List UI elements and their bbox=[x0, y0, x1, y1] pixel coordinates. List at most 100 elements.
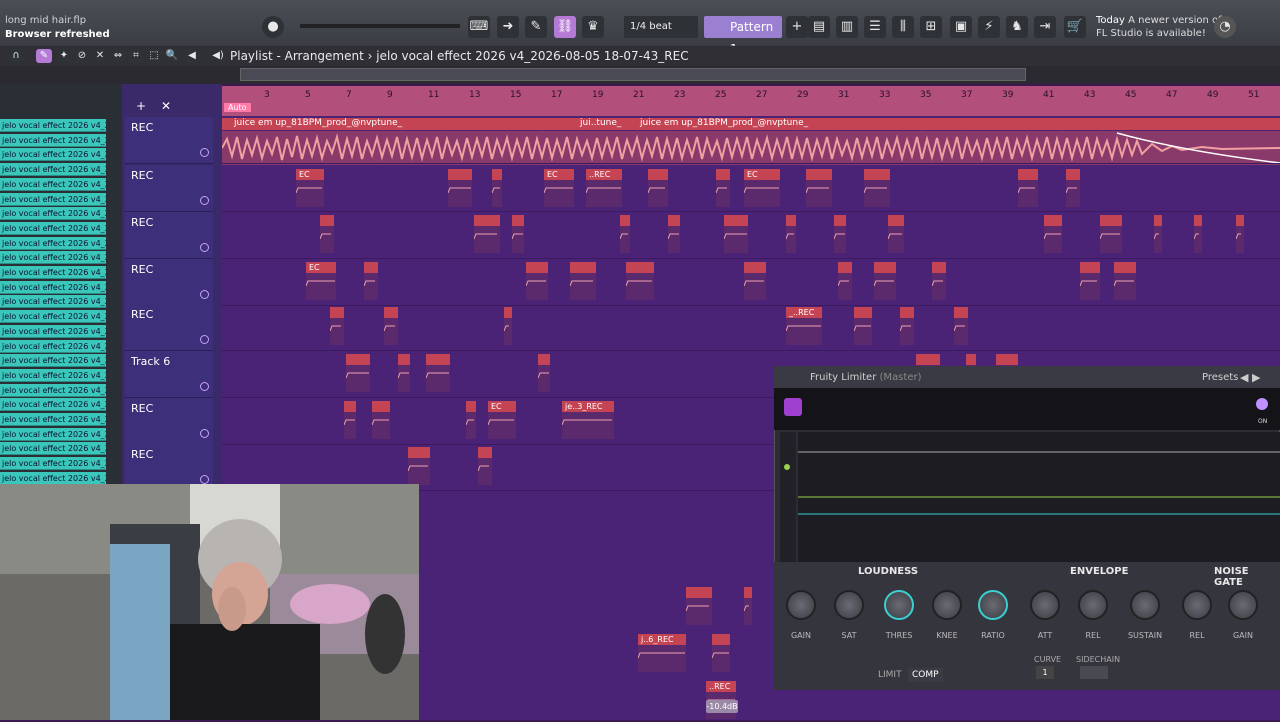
audio-clip[interactable] bbox=[329, 307, 344, 345]
audio-clip[interactable] bbox=[887, 215, 904, 253]
browser-item[interactable]: jelo vocal effect 2026 v4_2... bbox=[0, 266, 106, 279]
export-icon[interactable]: ⇥ bbox=[1034, 16, 1056, 38]
audio-clip[interactable] bbox=[785, 215, 796, 253]
audio-clip[interactable] bbox=[477, 447, 492, 485]
track-name[interactable]: REC bbox=[131, 308, 153, 321]
track-mute-icon[interactable] bbox=[200, 429, 209, 438]
tempo-icon[interactable]: ♞ bbox=[1006, 16, 1028, 38]
audio-clip[interactable] bbox=[491, 169, 502, 207]
piano-roll-icon[interactable]: ▥ bbox=[836, 16, 858, 38]
track-mute-icon[interactable] bbox=[200, 475, 209, 484]
audio-clip[interactable] bbox=[715, 169, 730, 207]
browser-item[interactable]: jelo vocal effect 2026 v4_2... bbox=[0, 119, 106, 132]
audio-clip[interactable] bbox=[447, 169, 472, 207]
zoom-icon[interactable]: 🔍 bbox=[164, 49, 180, 63]
browser-item[interactable]: jelo vocal effect 2026 v4_2... bbox=[0, 310, 106, 324]
slip-icon[interactable]: ⇔ bbox=[110, 49, 126, 63]
audio-clip[interactable] bbox=[1235, 215, 1244, 253]
track-header[interactable]: REC bbox=[125, 259, 213, 306]
track-mute-icon[interactable] bbox=[200, 148, 209, 157]
audio-clip[interactable] bbox=[723, 215, 748, 253]
audio-clip[interactable] bbox=[853, 307, 872, 345]
paint-icon[interactable]: ✦ bbox=[56, 49, 72, 63]
knob-rel[interactable] bbox=[1182, 590, 1212, 620]
knob-thres[interactable] bbox=[884, 590, 914, 620]
browser-item[interactable]: jelo vocal effect 2026 v4_2... bbox=[0, 207, 106, 221]
browser-item[interactable]: jelo vocal effect 2026 v4_2... bbox=[0, 427, 106, 441]
browser-item[interactable]: jelo vocal effect 2026 v4_2... bbox=[0, 148, 106, 162]
track-header[interactable]: Track 6 bbox=[125, 351, 213, 398]
audio-clip[interactable] bbox=[1099, 215, 1122, 253]
close-icon[interactable]: ✕ bbox=[161, 99, 171, 113]
knob-sustain[interactable] bbox=[1130, 590, 1160, 620]
audio-clip[interactable] bbox=[525, 262, 548, 300]
audio-clip[interactable]: EC bbox=[743, 169, 780, 207]
track-header[interactable]: REC bbox=[125, 165, 213, 212]
speaker-icon[interactable]: ◀) bbox=[210, 49, 226, 63]
master-pitch-slider[interactable] bbox=[300, 24, 460, 28]
comp-tab[interactable]: COMP bbox=[908, 668, 943, 682]
auto-marker[interactable]: Auto bbox=[224, 103, 251, 112]
knob-gain[interactable] bbox=[786, 590, 816, 620]
audio-clip[interactable] bbox=[743, 262, 766, 300]
audio-clip[interactable] bbox=[711, 634, 730, 672]
knob-rel[interactable] bbox=[1078, 590, 1108, 620]
track-mute-icon[interactable] bbox=[200, 335, 209, 344]
prev-preset-icon[interactable]: ◀ ▶ bbox=[1240, 371, 1260, 384]
audio-clip[interactable]: EC bbox=[543, 169, 574, 207]
sidechain-value[interactable] bbox=[1080, 666, 1108, 679]
browser-item[interactable]: jelo vocal effect 2026 v4_2... bbox=[0, 133, 106, 147]
audio-clip[interactable] bbox=[805, 169, 832, 207]
audio-clip[interactable] bbox=[397, 354, 410, 392]
shop-icon[interactable]: 🛒 bbox=[1064, 16, 1086, 38]
knob-gain[interactable] bbox=[1228, 590, 1258, 620]
news-avatar-icon[interactable]: ◔ bbox=[1214, 16, 1236, 38]
audio-clip[interactable] bbox=[425, 354, 450, 392]
audio-clip[interactable] bbox=[743, 587, 752, 625]
audio-clip[interactable] bbox=[833, 215, 846, 253]
audio-clip[interactable] bbox=[371, 401, 390, 439]
add-track-icon[interactable]: + bbox=[136, 99, 146, 113]
main-waveform[interactable] bbox=[222, 131, 1280, 165]
track-mute-icon[interactable] bbox=[200, 290, 209, 299]
delete-icon[interactable]: ⊘ bbox=[74, 49, 90, 63]
track-name[interactable]: REC bbox=[131, 121, 153, 134]
audio-clip[interactable] bbox=[345, 354, 370, 392]
audio-clip[interactable] bbox=[953, 307, 968, 345]
browser-item[interactable]: jelo vocal effect 2026 v4_2... bbox=[0, 163, 106, 177]
audio-clip[interactable]: EC bbox=[295, 169, 324, 207]
track-name[interactable]: REC bbox=[131, 216, 153, 229]
playback-icon[interactable]: ◀ bbox=[184, 49, 200, 63]
audio-clip[interactable] bbox=[1043, 215, 1062, 253]
browser-item[interactable]: jelo vocal effect 2026 v4_2... bbox=[0, 280, 106, 294]
track-header[interactable]: REC bbox=[125, 398, 213, 445]
audio-clip[interactable] bbox=[383, 307, 398, 345]
track-name[interactable]: REC bbox=[131, 402, 153, 415]
track-header[interactable]: REC bbox=[125, 304, 213, 351]
track-name[interactable]: Track 6 bbox=[131, 355, 170, 368]
audio-clip[interactable] bbox=[863, 169, 890, 207]
audio-clip[interactable] bbox=[873, 262, 896, 300]
draw-tool-icon[interactable]: ✎ bbox=[525, 16, 547, 38]
select-icon[interactable]: ⬚ bbox=[146, 49, 162, 63]
timeline-ruler[interactable] bbox=[222, 86, 1280, 116]
browser-item[interactable]: jelo vocal effect 2026 v4_2... bbox=[0, 177, 106, 191]
snap-selector[interactable]: 1/4 beat bbox=[624, 16, 698, 38]
audio-clip[interactable] bbox=[1193, 215, 1202, 253]
audio-clip[interactable] bbox=[511, 215, 524, 253]
browser-item[interactable]: jelo vocal effect 2026 v4_2... bbox=[0, 398, 106, 412]
mixer-icon[interactable]: ⫼ bbox=[892, 16, 914, 38]
audio-clip[interactable] bbox=[569, 262, 596, 300]
browser-item[interactable]: jelo vocal effect 2026 v4_2... bbox=[0, 221, 106, 235]
audio-clip[interactable] bbox=[667, 215, 680, 253]
power-icon[interactable] bbox=[1256, 398, 1268, 410]
audio-clip[interactable] bbox=[619, 215, 630, 253]
knob-ratio[interactable] bbox=[978, 590, 1008, 620]
track-mute-icon[interactable] bbox=[200, 196, 209, 205]
audio-clip[interactable] bbox=[465, 401, 476, 439]
audio-clip[interactable] bbox=[647, 169, 668, 207]
master-volume-knob[interactable]: ● bbox=[262, 16, 284, 38]
pattern-selector[interactable]: Pattern 1 bbox=[704, 16, 782, 56]
channel-rack-icon[interactable]: ☰ bbox=[864, 16, 886, 38]
typing-keyboard-icon[interactable]: ⌨ bbox=[468, 16, 490, 38]
